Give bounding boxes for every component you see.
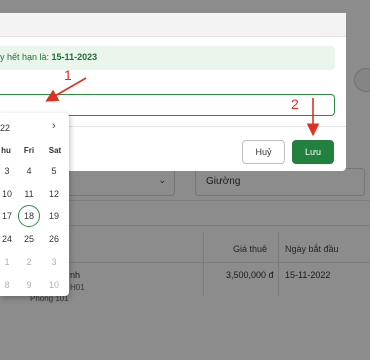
annotation-arrows: [45, 77, 320, 137]
annotation-step-1: 1: [64, 67, 72, 83]
annotation-step-2: 2: [291, 96, 299, 112]
